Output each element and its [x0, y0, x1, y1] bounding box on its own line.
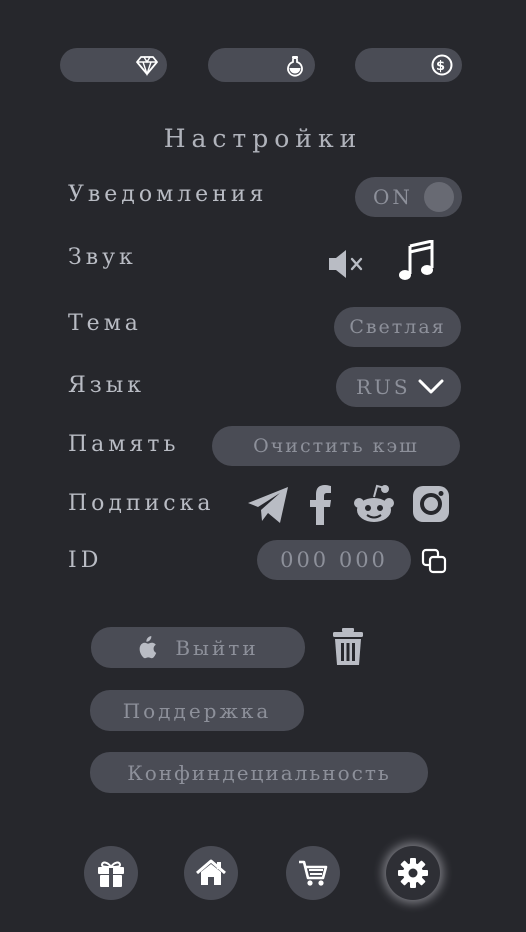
- user-id-field: 000 000: [257, 540, 411, 580]
- cart-icon: [299, 860, 328, 886]
- coin-icon: $: [431, 54, 453, 76]
- potion-icon: [287, 56, 303, 77]
- nav-gift-button[interactable]: [84, 846, 138, 900]
- language-value: RUS: [356, 375, 411, 399]
- trash-icon[interactable]: [332, 627, 364, 667]
- logout-button[interactable]: Выйти: [91, 627, 305, 668]
- copy-icon[interactable]: [421, 548, 447, 574]
- reddit-icon[interactable]: [352, 483, 396, 525]
- coin-balance-pill[interactable]: $: [355, 48, 462, 82]
- notifications-toggle[interactable]: ON: [355, 177, 462, 217]
- home-icon: [196, 859, 226, 885]
- clear-cache-button[interactable]: Очистить кэш: [212, 426, 460, 466]
- logout-label: Выйти: [175, 635, 259, 660]
- id-label: ID: [68, 548, 103, 573]
- apple-icon: [139, 635, 157, 658]
- notifications-label: Уведомления: [68, 182, 268, 207]
- toggle-knob: [424, 182, 454, 212]
- toggle-state-text: ON: [373, 185, 413, 209]
- settings-icon: [398, 858, 428, 888]
- diamond-icon: [136, 56, 158, 77]
- mute-icon[interactable]: [326, 246, 368, 282]
- nav-cart-button[interactable]: [286, 846, 340, 900]
- language-dropdown[interactable]: RUS: [336, 367, 461, 407]
- subscription-label: Подписка: [68, 491, 215, 516]
- theme-label: Тема: [68, 311, 142, 336]
- telegram-icon[interactable]: [246, 485, 290, 525]
- instagram-icon[interactable]: [411, 484, 451, 524]
- language-label: Язык: [68, 373, 146, 398]
- music-note-icon[interactable]: [396, 240, 436, 282]
- sound-label: Звук: [68, 245, 137, 270]
- settings-title: Настройки: [163, 124, 363, 153]
- svg-text:$: $: [436, 59, 448, 74]
- support-button[interactable]: Поддержка: [90, 690, 304, 731]
- nav-home-button[interactable]: [184, 846, 238, 900]
- privacy-button[interactable]: Конфиндециальность: [90, 752, 428, 793]
- nav-settings-button[interactable]: [386, 846, 440, 900]
- potion-balance-pill[interactable]: [208, 48, 315, 82]
- theme-selector[interactable]: Светлая: [334, 307, 461, 347]
- memory-label: Память: [68, 432, 180, 457]
- facebook-icon[interactable]: [306, 483, 336, 525]
- chevron-down-icon: [418, 379, 444, 394]
- diamond-balance-pill[interactable]: [60, 48, 167, 82]
- gift-icon: [98, 861, 124, 887]
